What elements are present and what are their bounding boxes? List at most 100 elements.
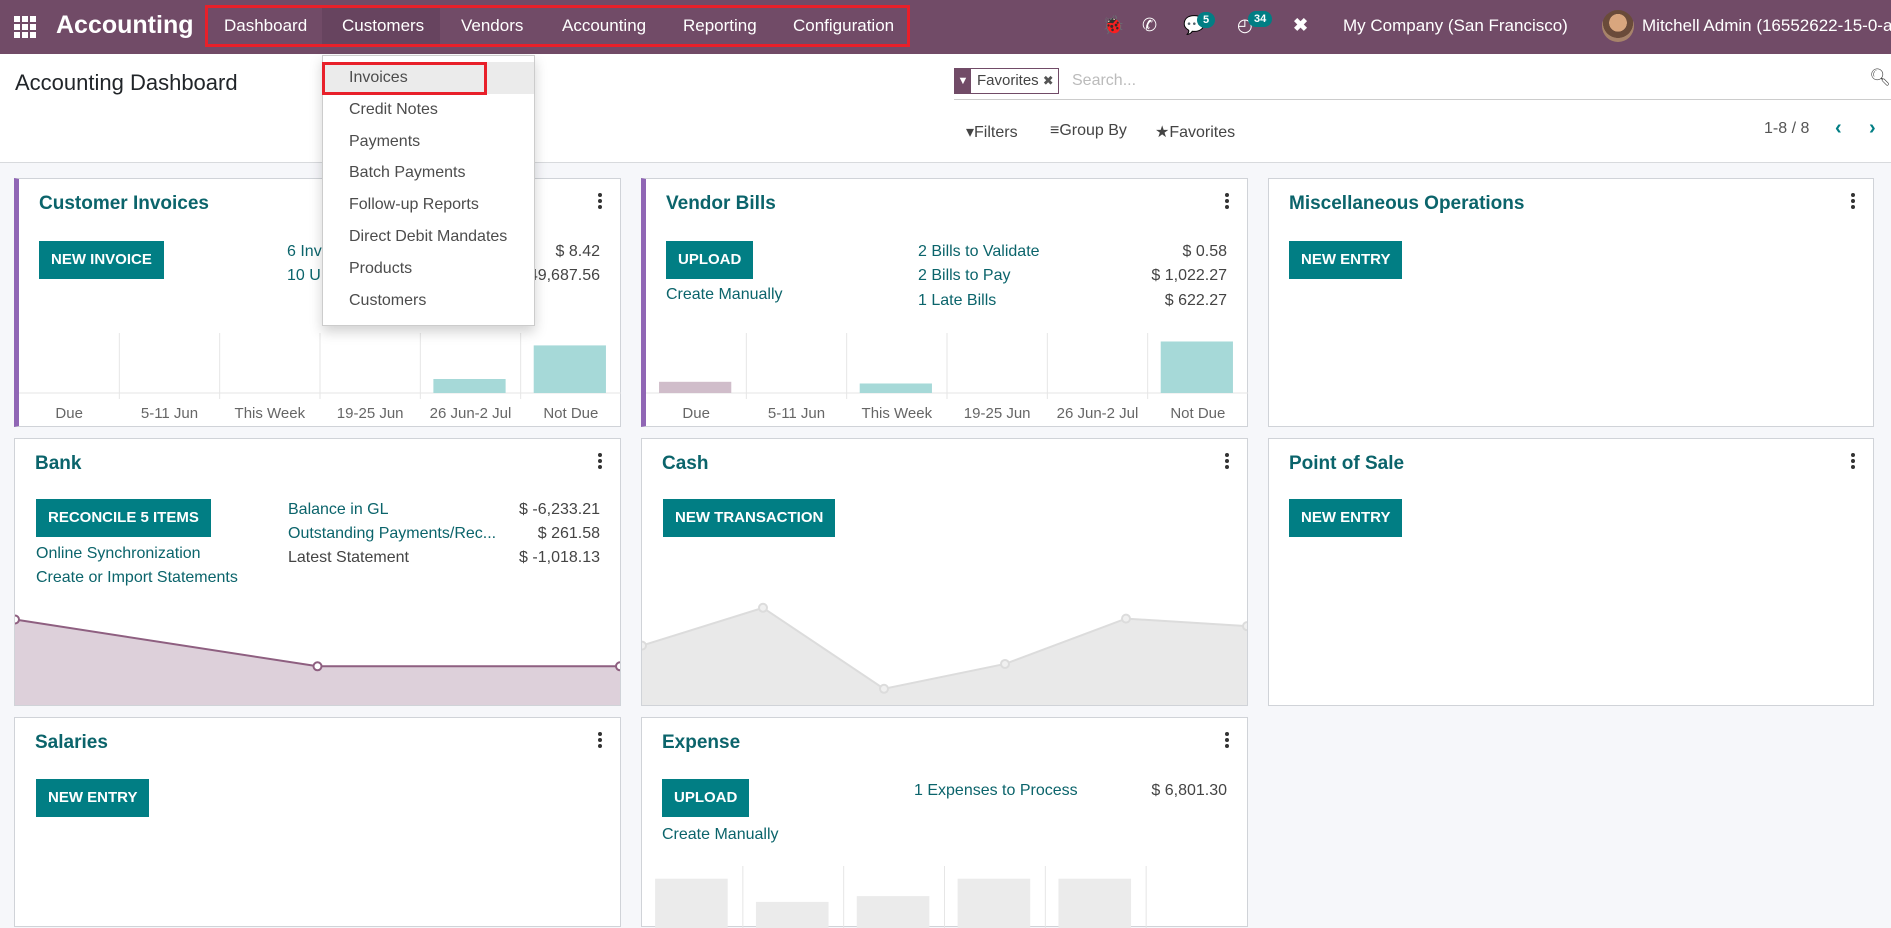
pager-next-icon[interactable]: › xyxy=(1869,117,1876,140)
card-title[interactable]: Customer Invoices xyxy=(39,193,209,215)
import-statements-link[interactable]: Create or Import Statements xyxy=(36,569,238,587)
card-miscellaneous-operations: Miscellaneous Operations NEW ENTRY xyxy=(1268,178,1874,427)
reconcile-button[interactable]: RECONCILE 5 ITEMS xyxy=(36,499,211,537)
data-point-3 xyxy=(1000,658,1010,669)
bar-3 xyxy=(957,878,1031,928)
bug-icon[interactable]: 🐞 xyxy=(1102,15,1124,36)
kebab-menu-icon[interactable] xyxy=(1225,453,1231,471)
page-title: Accounting Dashboard xyxy=(15,70,238,95)
app-brand[interactable]: Accounting xyxy=(56,11,194,40)
bills-to-pay-link[interactable]: 2 Bills to Pay xyxy=(918,267,1010,285)
x-tick-label: Due xyxy=(55,405,83,422)
filter-icon: ▼ xyxy=(955,69,971,93)
invoices-to-validate-link[interactable]: 6 Inv xyxy=(287,243,322,261)
favorites-button[interactable]: ★Favorites xyxy=(1155,122,1235,142)
kebab-menu-icon[interactable] xyxy=(1851,453,1857,471)
upload-button[interactable]: UPLOAD xyxy=(662,779,750,817)
latest-statement-label: Latest Statement xyxy=(288,549,409,566)
online-sync-link[interactable]: Online Synchronization xyxy=(36,545,201,563)
amount: $ 1,022.27 xyxy=(1151,267,1227,284)
card-title[interactable]: Bank xyxy=(35,453,81,475)
search-icon[interactable]: 🔍︎ xyxy=(1869,68,1891,88)
dropdown-item-customers[interactable]: Customers xyxy=(323,285,534,317)
amount: $ 261.58 xyxy=(537,525,600,542)
data-point-2 xyxy=(615,661,620,672)
card-title[interactable]: Point of Sale xyxy=(1289,453,1404,475)
expense-chart[interactable] xyxy=(642,866,1247,928)
amount: $ 8.42 xyxy=(555,243,600,260)
balance-gl-link[interactable]: Balance in GL xyxy=(288,501,389,519)
data-point-0 xyxy=(15,614,20,625)
upload-button[interactable]: UPLOAD xyxy=(666,241,754,279)
bills-to-validate-link[interactable]: 2 Bills to Validate xyxy=(918,243,1040,261)
pager-previous-icon[interactable]: ‹ xyxy=(1835,117,1842,140)
x-tick-label: 19-25 Jun xyxy=(337,405,404,422)
amount: $ -1,018.13 xyxy=(519,549,600,566)
menu-dashboard[interactable]: Dashboard xyxy=(224,16,307,36)
area-fill xyxy=(642,607,1247,705)
unpaid-invoices-link[interactable]: 10 U xyxy=(287,267,321,285)
customers-dropdown-menu: Invoices Credit Notes Payments Batch Pay… xyxy=(322,55,535,326)
kebab-menu-icon[interactable] xyxy=(598,732,604,750)
data-point-0 xyxy=(642,640,647,651)
dropdown-item-credit-notes[interactable]: Credit Notes xyxy=(323,94,534,126)
tools-icon[interactable]: ✖ xyxy=(1293,15,1308,36)
card-cash: Cash NEW TRANSACTION xyxy=(641,438,1248,706)
create-manually-link[interactable]: Create Manually xyxy=(666,286,783,304)
menu-configuration[interactable]: Configuration xyxy=(793,16,894,36)
apps-menu-icon[interactable] xyxy=(14,16,36,38)
bank-chart[interactable] xyxy=(15,607,620,705)
card-title[interactable]: Salaries xyxy=(35,732,108,754)
cash-chart[interactable] xyxy=(642,589,1247,705)
menu-customers[interactable]: Customers xyxy=(342,16,424,36)
card-title[interactable]: Expense xyxy=(662,732,740,754)
bar-5 xyxy=(533,345,606,393)
expenses-to-process-link[interactable]: 1 Expenses to Process xyxy=(914,782,1078,800)
kebab-menu-icon[interactable] xyxy=(598,193,604,211)
top-navbar: Accounting Dashboard Customers Vendors A… xyxy=(0,0,1891,54)
kebab-menu-icon[interactable] xyxy=(1225,193,1231,211)
menu-reporting[interactable]: Reporting xyxy=(683,16,757,36)
new-invoice-button[interactable]: NEW INVOICE xyxy=(39,241,164,279)
kebab-menu-icon[interactable] xyxy=(598,453,604,471)
bar-5 xyxy=(1160,341,1233,393)
facet-remove-icon[interactable]: ✖ xyxy=(1043,69,1058,93)
dropdown-item-invoices[interactable]: Invoices xyxy=(323,62,534,94)
group-by-button[interactable]: ≡Group By xyxy=(1050,122,1127,140)
kebab-menu-icon[interactable] xyxy=(1851,193,1857,211)
new-entry-button[interactable]: NEW ENTRY xyxy=(1289,241,1403,279)
new-entry-button[interactable]: NEW ENTRY xyxy=(36,779,150,817)
dropdown-item-products[interactable]: Products xyxy=(323,253,534,285)
pager-value[interactable]: 1-8 / 8 xyxy=(1764,120,1809,138)
outstanding-payments-link[interactable]: Outstanding Payments/Rec... xyxy=(288,525,496,543)
create-manually-link[interactable]: Create Manually xyxy=(662,826,779,844)
dropdown-item-payments[interactable]: Payments xyxy=(323,126,534,158)
x-tick-label: Due xyxy=(682,405,710,422)
user-avatar[interactable] xyxy=(1602,10,1634,42)
user-menu[interactable]: Mitchell Admin (16552622-15-0-all) xyxy=(1642,16,1891,36)
card-title[interactable]: Vendor Bills xyxy=(666,193,776,215)
activities-badge: 34 xyxy=(1248,11,1273,27)
late-bills-link[interactable]: 1 Late Bills xyxy=(918,292,996,310)
search-input[interactable] xyxy=(1072,70,1822,92)
card-title[interactable]: Miscellaneous Operations xyxy=(1289,193,1524,215)
menu-accounting[interactable]: Accounting xyxy=(562,16,646,36)
dropdown-item-follow-up-reports[interactable]: Follow-up Reports xyxy=(323,189,534,221)
phone-icon[interactable]: ✆ xyxy=(1142,15,1157,36)
dropdown-item-batch-payments[interactable]: Batch Payments xyxy=(323,157,534,189)
menu-vendors[interactable]: Vendors xyxy=(461,16,523,36)
data-point-5 xyxy=(1242,621,1247,632)
dropdown-item-direct-debit-mandates[interactable]: Direct Debit Mandates xyxy=(323,221,534,253)
filters-button[interactable]: ▾Filters xyxy=(966,122,1018,142)
company-switcher[interactable]: My Company (San Francisco) xyxy=(1343,16,1568,36)
x-tick-label: 26 Jun-2 Jul xyxy=(430,405,512,422)
x-tick-label: This Week xyxy=(862,405,933,422)
kebab-menu-icon[interactable] xyxy=(1225,732,1231,750)
card-title[interactable]: Cash xyxy=(662,453,708,475)
amount: $ 622.27 xyxy=(1164,292,1227,309)
vendor-bills-chart[interactable]: Due 5-11 Jun This Week 19-25 Jun 26 Jun-2 Ju… xyxy=(646,333,1248,427)
card-bank: Bank RECONCILE 5 ITEMS Online Synchroniz… xyxy=(14,438,621,706)
new-entry-button[interactable]: NEW ENTRY xyxy=(1289,499,1403,537)
customer-invoices-chart[interactable]: Due 5-11 Jun This Week 19-25 Jun 26 Jun-2 Ju… xyxy=(19,333,621,427)
new-transaction-button[interactable]: NEW TRANSACTION xyxy=(663,499,836,537)
